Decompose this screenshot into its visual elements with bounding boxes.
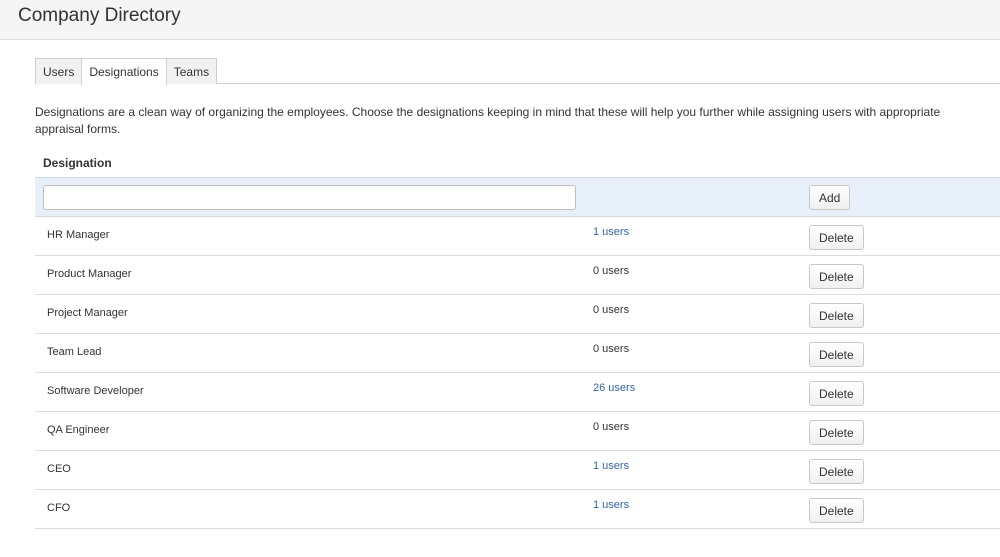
table-row: Product Manager 0 users Delete <box>35 256 1000 295</box>
designation-name: CEO <box>47 463 71 475</box>
table-row: QA Engineer 0 users Delete <box>35 412 1000 451</box>
table-row: HR Manager 1 users Delete <box>35 217 1000 256</box>
designation-name: HR Manager <box>47 229 110 241</box>
delete-button[interactable]: Delete <box>809 498 864 523</box>
delete-button[interactable]: Delete <box>809 459 864 484</box>
delete-button[interactable]: Delete <box>809 303 864 328</box>
user-count: 0 users <box>593 265 630 277</box>
delete-button[interactable]: Delete <box>809 225 864 250</box>
delete-button[interactable]: Delete <box>809 381 864 406</box>
designation-name: QA Engineer <box>47 424 110 436</box>
table-row: Software Developer 26 users Delete <box>35 373 1000 412</box>
user-count-link[interactable]: 1 users <box>593 226 629 238</box>
add-designation-row: Add <box>35 178 1000 217</box>
tab-teams[interactable]: Teams <box>165 58 218 84</box>
table-row: Project Manager 0 users Delete <box>35 295 1000 334</box>
page-header: Company Directory <box>0 0 1000 40</box>
designations-table: Designation Add HR Manager 1 users Delete P… <box>35 156 1000 529</box>
table-row: Team Lead 0 users Delete <box>35 334 1000 373</box>
tab-designations[interactable]: Designations <box>81 58 167 85</box>
delete-button[interactable]: Delete <box>809 342 864 367</box>
tab-bar: Users Designations Teams <box>35 58 1000 85</box>
page-title: Company Directory <box>18 5 181 26</box>
designation-name: Software Developer <box>47 385 144 397</box>
user-count-link[interactable]: 1 users <box>593 460 629 472</box>
user-count-link[interactable]: 26 users <box>593 382 635 394</box>
designation-column-header: Designation <box>35 156 1000 178</box>
designation-name: CFO <box>47 502 71 514</box>
designation-name: Team Lead <box>47 346 102 358</box>
user-count: 0 users <box>593 343 630 355</box>
user-count: 0 users <box>593 421 630 433</box>
add-button[interactable]: Add <box>809 185 851 210</box>
table-row: CFO 1 users Delete <box>35 490 1000 529</box>
user-count-link[interactable]: 1 users <box>593 499 629 511</box>
user-count: 0 users <box>593 304 630 316</box>
designation-name: Project Manager <box>47 307 128 319</box>
delete-button[interactable]: Delete <box>809 264 864 289</box>
table-row: CEO 1 users Delete <box>35 451 1000 490</box>
designation-input[interactable] <box>43 185 576 210</box>
delete-button[interactable]: Delete <box>809 420 864 445</box>
designation-name: Product Manager <box>47 268 132 280</box>
tab-users[interactable]: Users <box>35 58 83 84</box>
designations-description: Designations are a clean way of organizi… <box>35 105 941 136</box>
designation-list: HR Manager 1 users Delete Product Manager 0 … <box>35 217 1000 529</box>
